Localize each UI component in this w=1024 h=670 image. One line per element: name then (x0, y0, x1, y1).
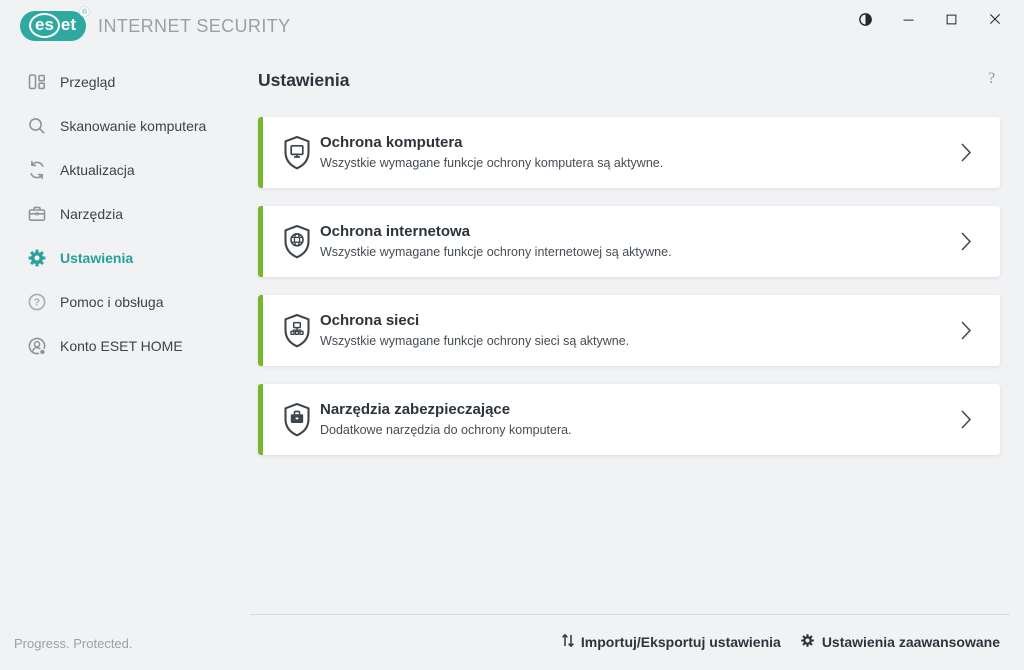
chevron-right-icon (960, 320, 972, 341)
app-logo: es et ® INTERNET SECURITY (20, 6, 291, 41)
settings-gear-icon (26, 247, 48, 269)
import-export-label: Importuj/Eksportuj ustawienia (580, 634, 781, 650)
gear-icon (799, 632, 816, 652)
footer-actions: Importuj/Eksportuj ustawienia Ustawienia… (561, 632, 1000, 652)
card-security-tools[interactable]: Narzędzia zabezpieczające Dodatkowe narz… (258, 384, 1000, 455)
card-title: Ochrona komputera (320, 134, 463, 151)
card-title: Ochrona sieci (320, 312, 420, 329)
card-subtitle: Wszystkie wymagane funkcje ochrony kompu… (320, 156, 664, 170)
card-subtitle: Wszystkie wymagane funkcje ochrony sieci… (320, 334, 630, 348)
overview-icon (26, 71, 48, 93)
import-export-icon (561, 632, 575, 652)
status-green-bar (258, 117, 263, 188)
chevron-right-icon (960, 231, 972, 252)
footer-divider (250, 614, 1010, 615)
card-subtitle: Wszystkie wymagane funkcje ochrony inter… (320, 245, 672, 259)
eset-logo-es: es (29, 12, 60, 38)
help-icon[interactable]: ? (988, 70, 995, 88)
close-icon[interactable] (973, 4, 1016, 34)
sidebar-item-label: Aktualizacja (60, 162, 135, 178)
advanced-settings-button[interactable]: Ustawienia zaawansowane (799, 632, 1000, 652)
sidebar-item-label: Ustawienia (60, 250, 134, 266)
eset-internet-security-window: es et ® INTERNET SECURITY Przegląd Skano… (0, 0, 1024, 670)
card-title: Ochrona internetowa (320, 223, 471, 240)
sidebar-item-overview[interactable]: Przegląd (0, 60, 248, 104)
sidebar-item-label: Narzędzia (60, 206, 124, 222)
chevron-right-icon (960, 142, 972, 163)
card-title: Narzędzia zabezpieczające (320, 401, 511, 418)
sidebar-item-label: Konto ESET HOME (60, 338, 183, 354)
computer-scan-icon (26, 115, 48, 137)
sidebar-item-update[interactable]: Aktualizacja (0, 148, 248, 192)
status-green-bar (258, 384, 263, 455)
sidebar-item-help[interactable]: ? Pomoc i obsługa (0, 280, 248, 324)
sidebar-item-computer-scan[interactable]: Skanowanie komputera (0, 104, 248, 148)
eset-logo: es et ® (20, 6, 91, 41)
eset-logo-et: et (60, 15, 77, 34)
help-question-icon: ? (26, 291, 48, 313)
sidebar-item-label: Skanowanie komputera (60, 118, 207, 134)
shield-globe-icon (277, 221, 317, 261)
tools-briefcase-icon (26, 203, 48, 225)
svg-text:?: ? (34, 297, 40, 309)
shield-computer-icon (277, 132, 317, 172)
maximize-icon[interactable] (930, 4, 973, 34)
settings-card-list: Ochrona komputera Wszystkie wymagane fun… (258, 117, 1000, 473)
sidebar-item-tools[interactable]: Narzędzia (0, 192, 248, 236)
registered-trademark: ® (79, 6, 91, 17)
minimize-icon[interactable] (887, 4, 930, 34)
account-icon (26, 335, 48, 357)
advanced-settings-label: Ustawienia zaawansowane (821, 634, 1000, 650)
card-network-protection[interactable]: Ochrona sieci Wszystkie wymagane funkcje… (258, 295, 1000, 366)
page-title: Ustawienia (258, 70, 350, 90)
product-name: INTERNET SECURITY (98, 15, 291, 36)
card-computer-protection[interactable]: Ochrona komputera Wszystkie wymagane fun… (258, 117, 1000, 188)
card-internet-protection[interactable]: Ochrona internetowa Wszystkie wymagane f… (258, 206, 1000, 277)
shield-briefcase-icon (277, 399, 317, 439)
status-tagline: Progress. Protected. (14, 636, 133, 651)
import-export-settings-button[interactable]: Importuj/Eksportuj ustawienia (561, 632, 781, 652)
sidebar: Przegląd Skanowanie komputera Aktualizac… (0, 60, 248, 368)
update-refresh-icon (26, 159, 48, 181)
shield-network-icon (277, 310, 317, 350)
chevron-right-icon (960, 409, 972, 430)
sidebar-item-eset-home-account[interactable]: Konto ESET HOME (0, 324, 248, 368)
contrast-toggle-icon[interactable] (844, 4, 887, 34)
sidebar-item-label: Pomoc i obsługa (60, 294, 164, 310)
sidebar-item-settings[interactable]: Ustawienia (0, 236, 248, 280)
window-controls (844, 4, 1016, 34)
sidebar-item-label: Przegląd (60, 74, 116, 90)
status-green-bar (258, 295, 263, 366)
status-green-bar (258, 206, 263, 277)
card-subtitle: Dodatkowe narzędzia do ochrony komputera… (320, 423, 572, 437)
